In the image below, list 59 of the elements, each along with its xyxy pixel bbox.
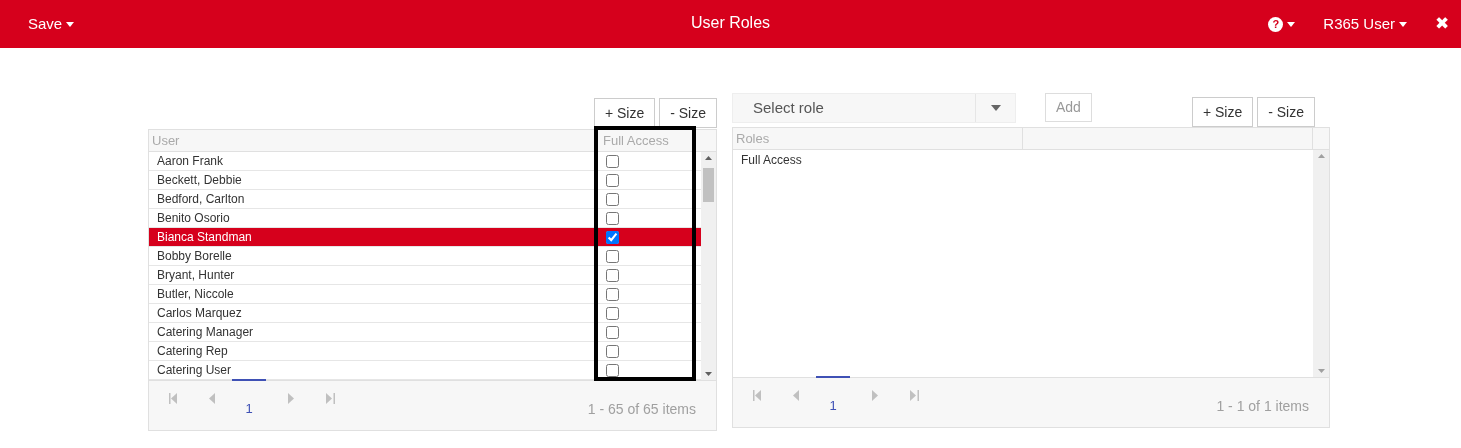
user-row[interactable]: Bianca Standman bbox=[149, 228, 701, 247]
page-number[interactable]: 1 bbox=[232, 379, 266, 419]
page-number[interactable]: 1 bbox=[816, 376, 850, 416]
user-name: Bianca Standman bbox=[156, 229, 253, 246]
scrollbar-thumb[interactable] bbox=[703, 168, 714, 202]
user-name: Bobby Borelle bbox=[156, 248, 233, 265]
user-row[interactable]: Bryant, Hunter bbox=[149, 266, 701, 285]
user-row[interactable]: Carlos Marquez bbox=[149, 304, 701, 323]
full-access-checkbox[interactable] bbox=[606, 230, 619, 244]
user-row[interactable]: Bedford, Carlton bbox=[149, 190, 701, 209]
user-row[interactable]: Butler, Niccole bbox=[149, 285, 701, 304]
size-button[interactable]: + Size bbox=[1191, 97, 1254, 127]
user-row[interactable]: Beckett, Debbie bbox=[149, 171, 701, 190]
user-name: Catering Manager bbox=[156, 324, 255, 341]
scrollbar[interactable] bbox=[701, 152, 716, 380]
user-name: Butler, Niccole bbox=[156, 286, 235, 303]
user-name: Aaron Frank bbox=[156, 153, 225, 170]
full-access-checkbox[interactable] bbox=[606, 211, 619, 225]
close-button[interactable]: ✖ bbox=[1435, 11, 1449, 37]
user-name: Catering Rep bbox=[156, 343, 229, 360]
user-name: Carlos Marquez bbox=[156, 305, 243, 322]
scroll-down-arrow-icon[interactable] bbox=[705, 372, 712, 376]
user-row[interactable]: Catering Rep bbox=[149, 342, 701, 361]
size-button[interactable]: - Size bbox=[1257, 97, 1315, 127]
scroll-down-arrow-icon[interactable] bbox=[1317, 369, 1325, 373]
scrollbar[interactable] bbox=[1313, 150, 1329, 377]
caret-icon bbox=[1399, 21, 1407, 27]
user-row[interactable]: Catering Manager bbox=[149, 323, 701, 342]
user-name: Benito Osorio bbox=[156, 210, 231, 227]
save-menu[interactable]: Save bbox=[28, 12, 75, 36]
pager-summary: 1 - 65 of 65 items bbox=[587, 400, 696, 419]
user-row[interactable]: Bobby Borelle bbox=[149, 247, 701, 266]
user-name: Catering User bbox=[156, 362, 233, 379]
caret-icon bbox=[1287, 21, 1296, 27]
scroll-up-arrow-icon[interactable] bbox=[1317, 154, 1325, 158]
user-menu[interactable]: R365 User bbox=[1323, 12, 1407, 36]
full-access-checkbox[interactable] bbox=[606, 192, 619, 206]
full-access-checkbox[interactable] bbox=[606, 344, 619, 358]
full-access-checkbox[interactable] bbox=[606, 173, 619, 187]
full-access-checkbox[interactable] bbox=[606, 363, 619, 377]
user-name: Bedford, Carlton bbox=[156, 191, 246, 208]
full-access-checkbox[interactable] bbox=[606, 154, 619, 168]
page-title: User Roles bbox=[690, 13, 771, 33]
pager-summary: 1 - 1 of 1 items bbox=[1216, 397, 1309, 416]
scroll-up-arrow-icon[interactable] bbox=[705, 156, 712, 160]
full-access-checkbox[interactable] bbox=[606, 306, 619, 320]
user-name: Bryant, Hunter bbox=[156, 267, 236, 284]
dropdown-caret-icon bbox=[990, 105, 1001, 111]
full-access-checkbox[interactable] bbox=[606, 325, 619, 339]
size-button[interactable]: - Size bbox=[659, 98, 717, 128]
role-name[interactable]: Full Access bbox=[733, 150, 1313, 170]
size-button[interactable]: + Size bbox=[593, 98, 656, 128]
user-row[interactable]: Aaron Frank bbox=[149, 152, 701, 171]
full-access-checkbox[interactable] bbox=[606, 287, 619, 301]
role-select[interactable]: Select role bbox=[732, 93, 1016, 123]
full-access-checkbox[interactable] bbox=[606, 249, 619, 263]
user-name: Beckett, Debbie bbox=[156, 172, 243, 189]
caret-icon bbox=[66, 21, 75, 27]
full-access-checkbox[interactable] bbox=[606, 268, 619, 282]
